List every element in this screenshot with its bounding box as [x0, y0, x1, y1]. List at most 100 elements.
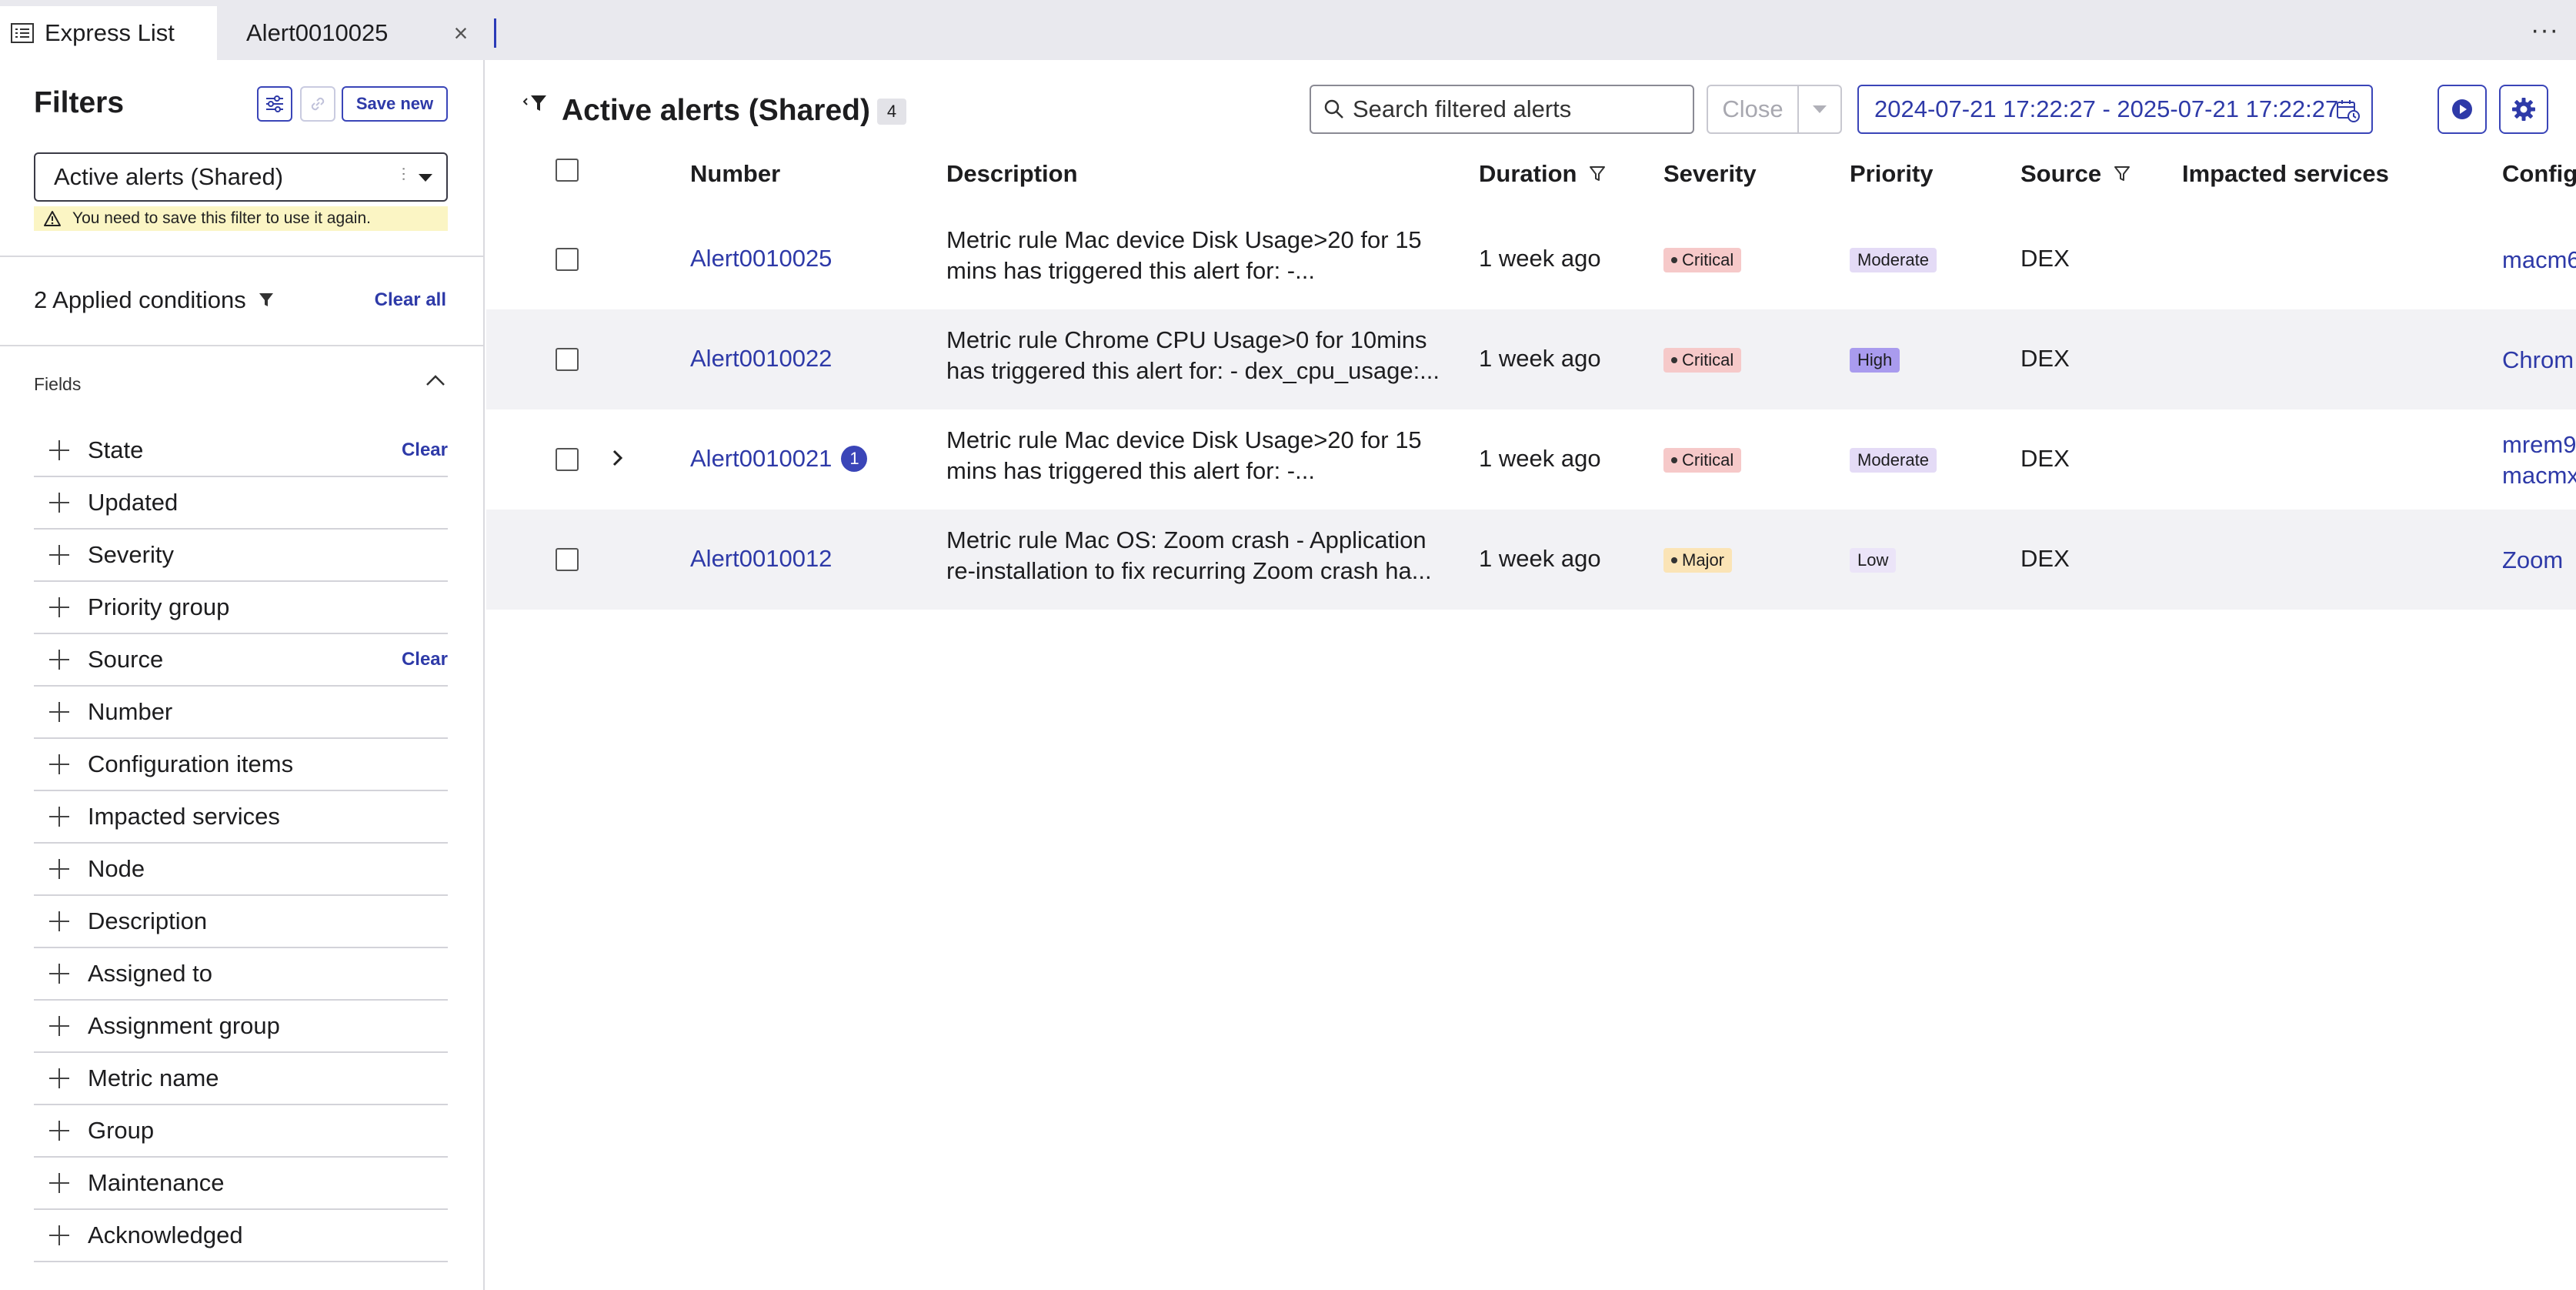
- field-row-priority-group[interactable]: Priority group: [34, 582, 448, 634]
- tab-alert[interactable]: Alert0010025 ×: [219, 6, 486, 60]
- column-header-description[interactable]: Description: [946, 160, 1078, 188]
- field-row-state[interactable]: State Clear: [34, 425, 448, 477]
- configuration-items-cell: mrem9 macmx: [2502, 429, 2576, 491]
- kebab-icon[interactable]: ···: [395, 166, 412, 182]
- column-header-configuration-items[interactable]: Configu: [2502, 160, 2576, 188]
- search-input[interactable]: Search filtered alerts: [1310, 85, 1694, 134]
- plus-icon[interactable]: [49, 493, 69, 513]
- filter-icon[interactable]: [2114, 165, 2131, 183]
- field-row-node[interactable]: Node: [34, 844, 448, 896]
- column-label: Impacted services: [2182, 160, 2389, 187]
- field-row-assignment-group[interactable]: Assignment group: [34, 1001, 448, 1053]
- close-icon[interactable]: ×: [449, 21, 472, 45]
- description-line: Metric rule Mac OS: Zoom crash - Applica…: [946, 526, 1426, 553]
- field-row-updated[interactable]: Updated: [34, 477, 448, 530]
- settings-button[interactable]: [2499, 85, 2548, 134]
- plus-icon[interactable]: [49, 597, 69, 617]
- field-row-description[interactable]: Description: [34, 896, 448, 948]
- column-header-severity[interactable]: Severity: [1663, 160, 1757, 188]
- field-name: Configuration items: [88, 750, 294, 777]
- column-header-number[interactable]: Number: [690, 160, 780, 188]
- row-checkbox[interactable]: [556, 448, 579, 471]
- table-row[interactable]: Alert0010022 Metric rule Chrome CPU Usag…: [486, 309, 2576, 409]
- description-line: has triggered this alert for: - dex_cpu_…: [946, 357, 1440, 384]
- field-row-metric-name[interactable]: Metric name: [34, 1053, 448, 1105]
- plus-icon[interactable]: [49, 1225, 69, 1245]
- description-line: Metric rule Mac device Disk Usage>20 for…: [946, 226, 1422, 253]
- configuration-item-link[interactable]: Chrom: [2502, 345, 2574, 376]
- description-line: mins has triggered this alert for: -...: [946, 257, 1315, 284]
- field-row-acknowledged[interactable]: Acknowledged: [34, 1210, 448, 1262]
- alert-number: Alert0010012: [690, 545, 833, 572]
- calendar-clock-icon[interactable]: [2336, 99, 2361, 123]
- configuration-item-link[interactable]: macm6: [2502, 245, 2576, 276]
- plus-icon[interactable]: [49, 754, 69, 774]
- field-row-maintenance[interactable]: Maintenance: [34, 1158, 448, 1210]
- row-checkbox[interactable]: [556, 548, 579, 571]
- child-count-badge: 1: [841, 446, 868, 472]
- plus-icon[interactable]: [49, 911, 69, 931]
- plus-icon[interactable]: [49, 964, 69, 984]
- field-name: Maintenance: [88, 1169, 225, 1196]
- field-row-severity[interactable]: Severity: [34, 530, 448, 582]
- alert-number-link[interactable]: Alert0010025: [690, 245, 832, 272]
- field-name: Impacted services: [88, 803, 280, 830]
- column-header-priority[interactable]: Priority: [1850, 160, 1934, 188]
- clear-button[interactable]: Clear: [402, 439, 448, 461]
- row-checkbox[interactable]: [556, 248, 579, 271]
- column-header-source[interactable]: Source: [2020, 160, 2131, 188]
- chevron-up-icon[interactable]: [425, 373, 446, 388]
- field-row-assigned-to[interactable]: Assigned to: [34, 948, 448, 1001]
- alert-number-link[interactable]: Alert0010022: [690, 345, 832, 373]
- clear-button[interactable]: Clear: [402, 649, 448, 670]
- save-new-button[interactable]: Save new: [342, 86, 448, 122]
- copy-link-button[interactable]: [300, 86, 335, 122]
- plus-icon[interactable]: [49, 807, 69, 827]
- column-label: Severity: [1663, 160, 1757, 187]
- caret-down-icon: [1813, 105, 1827, 113]
- filter-icon[interactable]: [1589, 165, 1606, 183]
- field-row-number[interactable]: Number: [34, 687, 448, 739]
- select-all-checkbox[interactable]: [556, 159, 579, 182]
- plus-icon[interactable]: [49, 1016, 69, 1036]
- date-range-picker[interactable]: 2024-07-21 17:22:27 - 2025-07-21 17:22:2…: [1857, 85, 2373, 134]
- row-checkbox[interactable]: [556, 348, 579, 371]
- field-row-group[interactable]: Group: [34, 1105, 448, 1158]
- plus-icon[interactable]: [49, 545, 69, 565]
- clear-all-button[interactable]: Clear all: [375, 289, 446, 311]
- configuration-item-link[interactable]: mrem9: [2502, 429, 2576, 460]
- plus-icon[interactable]: [49, 1173, 69, 1193]
- filter-settings-button[interactable]: [257, 86, 292, 122]
- column-header-impacted-services[interactable]: Impacted services: [2182, 160, 2389, 188]
- main-panel: Active alerts (Shared) 4 Search filtered…: [486, 60, 2576, 1290]
- field-row-impacted-services[interactable]: Impacted services: [34, 791, 448, 844]
- run-button[interactable]: [2438, 85, 2487, 134]
- alert-number-link[interactable]: Alert0010021 1: [690, 445, 868, 473]
- table-row[interactable]: Alert0010021 1 Metric rule Mac device Di…: [486, 409, 2576, 510]
- tab-bar: Express List Alert0010025 × ···: [0, 0, 2576, 60]
- column-header-duration[interactable]: Duration: [1479, 160, 1606, 188]
- more-options-icon[interactable]: ···: [2531, 17, 2559, 43]
- plus-icon[interactable]: [49, 650, 69, 670]
- filter-select[interactable]: Active alerts (Shared) ···: [34, 152, 448, 202]
- table-row[interactable]: Alert0010012 Metric rule Mac OS: Zoom cr…: [486, 510, 2576, 610]
- tab-express-list[interactable]: Express List: [0, 6, 217, 60]
- alert-duration: 1 week ago: [1479, 245, 1601, 272]
- field-name: Assignment group: [88, 1012, 280, 1039]
- close-dropdown-button[interactable]: [1797, 85, 1842, 134]
- plus-icon[interactable]: [49, 859, 69, 879]
- plus-icon[interactable]: [49, 1068, 69, 1088]
- plus-icon[interactable]: [49, 440, 69, 460]
- chevron-right-icon[interactable]: [609, 446, 626, 470]
- configuration-item-link[interactable]: Zoom: [2502, 545, 2563, 576]
- configuration-item-link[interactable]: macmx: [2502, 460, 2576, 491]
- alert-number-link[interactable]: Alert0010012: [690, 545, 832, 573]
- toggle-filters-icon[interactable]: [523, 94, 548, 114]
- field-row-source[interactable]: Source Clear: [34, 634, 448, 687]
- plus-icon[interactable]: [49, 1121, 69, 1141]
- table-row[interactable]: Alert0010025 Metric rule Mac device Disk…: [486, 209, 2576, 309]
- close-button[interactable]: Close: [1707, 85, 1799, 134]
- field-row-configuration-items[interactable]: Configuration items: [34, 739, 448, 791]
- plus-icon[interactable]: [49, 702, 69, 722]
- gear-icon: [2512, 98, 2535, 121]
